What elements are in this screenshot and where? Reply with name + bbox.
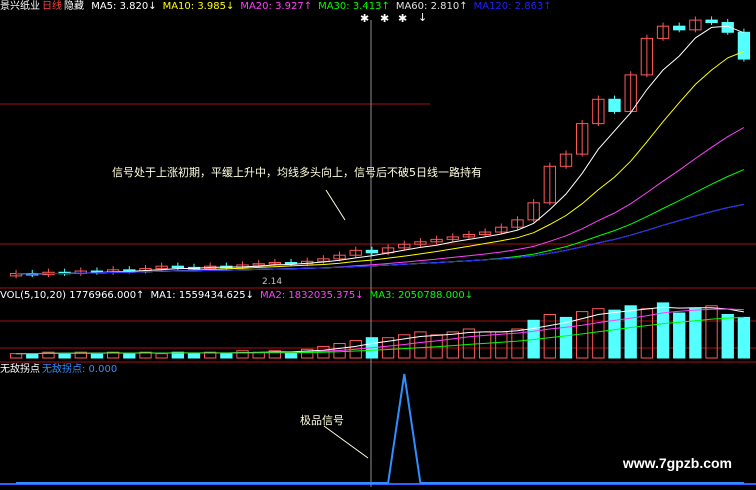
- vol-value: VOL(5,10,20) 1776966.000↑: [0, 290, 145, 301]
- indicator-header: 无敌拐点 无敌拐点: 0.000: [0, 364, 123, 376]
- candle: [737, 31, 751, 60]
- volume-bar: [673, 312, 686, 359]
- candle: [171, 265, 184, 269]
- indicator-annotation: 极品信号: [300, 414, 344, 427]
- star-icon: ✱: [360, 12, 370, 25]
- ma60-line: [16, 203, 744, 275]
- ma20-value: MA20: 3.927↑: [240, 1, 313, 12]
- watermark: www.7gpzb.com: [622, 455, 732, 471]
- volume-bar: [9, 353, 23, 359]
- chart-stage: [0, 0, 756, 487]
- volume-bar: [737, 316, 751, 359]
- annotation-leader: [325, 189, 346, 221]
- volume-bar: [705, 305, 718, 359]
- volume-bar: [187, 353, 201, 359]
- arrow-down-icon: ↓: [418, 11, 428, 24]
- volume-bar: [26, 353, 39, 359]
- vol-ma1: MA1: 1559434.625↓: [150, 290, 255, 301]
- vol-header: VOL(5,10,20) 1776966.000↑ MA1: 1559434.62…: [0, 290, 479, 302]
- ma60-value: MA60: 2.810↑: [395, 1, 468, 12]
- stock-name: 景兴纸业: [0, 1, 40, 12]
- volume-bar: [58, 353, 71, 359]
- volume-bar: [123, 353, 136, 359]
- volume-bar: [155, 353, 168, 359]
- ma5-value: MA5: 3.820↓: [91, 1, 157, 12]
- candle: [365, 249, 379, 254]
- star-icon: ✱: [380, 12, 390, 25]
- volume-bar: [656, 302, 670, 359]
- main-header: 景兴纸业 日线 隐藏 MA5: 3.820↓ MA10: 3.985↓ MA20: 3.…: [0, 1, 558, 13]
- indicator-value: 无敌拐点: 0.000: [42, 364, 118, 375]
- annotation-leader: [323, 425, 369, 459]
- indicator-name: 无敌拐点: [0, 364, 40, 375]
- vol-ma3: MA3: 2050788.000↓: [369, 290, 474, 301]
- chart-svg: [0, 16, 756, 487]
- mode-label: 隐藏: [64, 1, 84, 12]
- volume-bar: [236, 350, 249, 359]
- ma20-line: [16, 127, 745, 275]
- volume-bar: [689, 308, 702, 359]
- ma30-line: [16, 169, 745, 275]
- candle: [705, 19, 718, 24]
- ma5-line: [16, 25, 745, 275]
- ma10-line: [16, 50, 745, 275]
- candle: [673, 25, 686, 31]
- candle: [608, 98, 621, 112]
- main-annotation: 信号处于上涨初期，平缓上升中，均线多头向上，信号后不破5日线一路持有: [112, 166, 482, 179]
- ma120-line: [16, 203, 744, 275]
- volume-bar: [608, 309, 621, 359]
- star-icon: ✱: [398, 12, 408, 25]
- ma10-value: MA10: 3.985↓: [162, 1, 235, 12]
- volume-bar: [220, 353, 233, 359]
- volume-bar: [592, 308, 605, 359]
- volume-bar: [624, 305, 637, 359]
- ma30-value: MA30: 3.413↑: [318, 1, 390, 12]
- volume-bar: [90, 353, 104, 359]
- vol-ma2: MA2: 1832035.375↓: [260, 290, 364, 301]
- volume-bar: [495, 331, 508, 359]
- ma120-value: MA120: 2.863↑: [473, 1, 552, 12]
- volume-bar: [721, 314, 734, 359]
- period-label: 日线: [42, 1, 62, 12]
- price-label: 2.14: [262, 277, 283, 287]
